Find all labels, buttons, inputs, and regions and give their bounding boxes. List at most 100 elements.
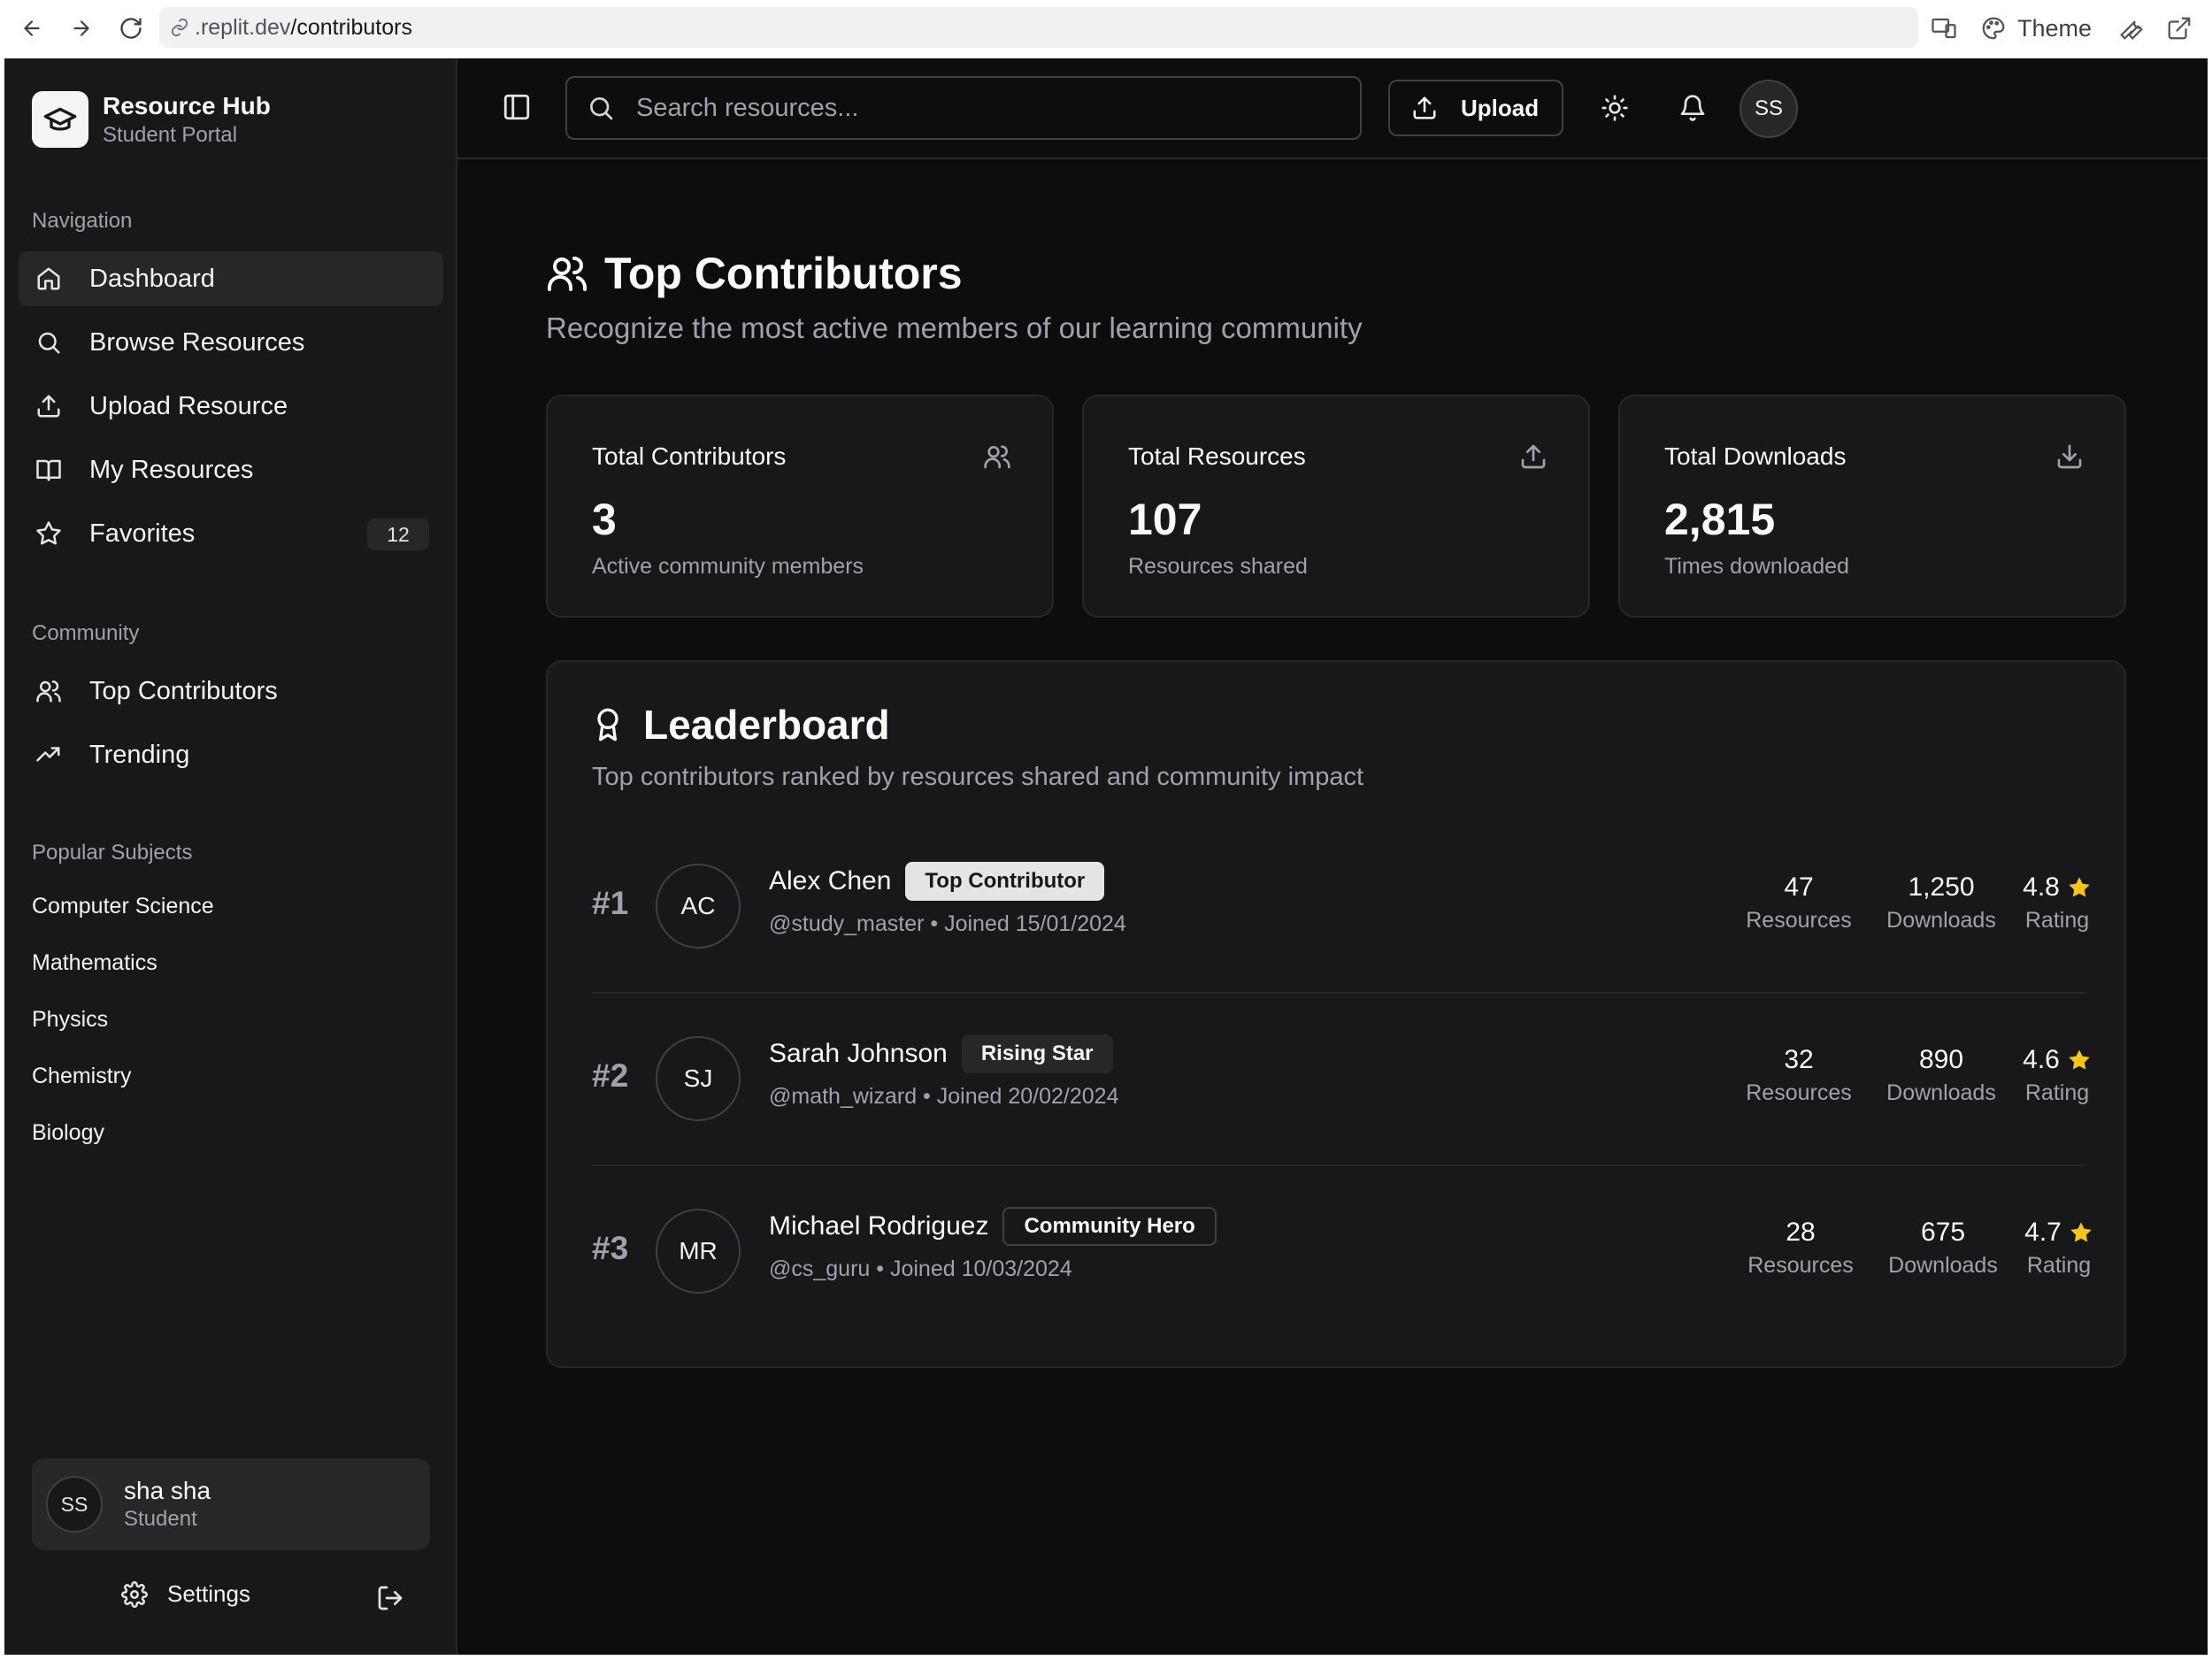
contributor-name-line: Michael Rodriguez Community Hero <box>769 1207 1217 1246</box>
page-heading: Top Contributors <box>604 249 963 298</box>
search-field[interactable] <box>565 76 1362 140</box>
favorites-count-badge: 12 <box>367 519 429 550</box>
sidebar-item-trending[interactable]: Trending <box>19 727 443 782</box>
leaderboard-title: Leaderboard <box>590 701 890 749</box>
sidebar-item-label: Upload Resource <box>89 391 288 420</box>
contributor-meta: @math_wizard • Joined 20/02/2024 <box>769 1084 1119 1109</box>
sidebar-item-dashboard[interactable]: Dashboard <box>19 251 443 306</box>
upload-button[interactable]: Upload <box>1388 80 1563 136</box>
reload-button[interactable] <box>115 12 147 44</box>
user-profile-card[interactable]: SS sha sha Student <box>32 1458 430 1550</box>
avatar: AC <box>656 864 741 949</box>
upload-icon <box>33 390 65 422</box>
settings-button[interactable]: Settings <box>121 1580 250 1608</box>
star-icon <box>2070 1222 2092 1242</box>
avatar[interactable]: SS <box>1740 80 1798 138</box>
brand-title: Resource Hub <box>103 92 271 119</box>
stat-caption: Resources shared <box>1128 554 1308 579</box>
leaderboard-card: Leaderboard Top contributors ranked by r… <box>546 660 2126 1368</box>
url-path: /contributors <box>290 14 412 40</box>
contributor-name-line: Sarah Johnson Rising Star <box>769 1034 1113 1073</box>
sidebar-item-label: My Resources <box>89 455 254 484</box>
users-icon <box>546 252 588 295</box>
contributor-meta: @cs_guru • Joined 10/03/2024 <box>769 1257 1072 1281</box>
devtools-button[interactable] <box>2118 11 2145 46</box>
notifications-button[interactable] <box>1675 90 1710 126</box>
metric-rating: 4.7 Rating <box>2016 1218 2101 1279</box>
logout-button[interactable] <box>376 1584 404 1612</box>
metric-label: Resources <box>1747 1253 1854 1278</box>
address-bar[interactable]: .replit.dev/contributors <box>159 7 1918 48</box>
metric-resources: 32 Resources <box>1737 1045 1861 1106</box>
sidebar-item-top-contributors[interactable]: Top Contributors <box>19 664 443 719</box>
community-section-label: Community <box>32 621 140 645</box>
leaderboard-row[interactable]: #2 SJ Sarah Johnson Rising Star @math_wi… <box>592 994 2090 1166</box>
stat-caption: Times downloaded <box>1664 554 1849 579</box>
metric-label: Downloads <box>1886 908 1996 933</box>
sidebar-item-label: Dashboard <box>89 264 215 293</box>
link-icon <box>170 18 189 37</box>
star-icon <box>2069 1049 2090 1070</box>
sidebar-item-upload-resource[interactable]: Upload Resource <box>19 379 443 434</box>
bell-icon <box>1680 95 1705 121</box>
forward-button[interactable] <box>65 12 97 44</box>
page-title: Top Contributors <box>546 248 963 299</box>
star-icon <box>33 518 65 549</box>
rank-label: #1 <box>592 885 629 921</box>
leaderboard-row[interactable]: #1 AC Alex Chen Top Contributor @study_m… <box>592 821 2090 994</box>
search-input[interactable] <box>636 93 1326 123</box>
device-toggle[interactable] <box>1931 11 1957 46</box>
stat-value: 3 <box>592 495 617 544</box>
brand[interactable]: Resource Hub Student Portal <box>32 90 271 149</box>
contributor-name-line: Alex Chen Top Contributor <box>769 862 1105 901</box>
metric-value: 32 <box>1784 1045 1814 1074</box>
book-icon <box>33 454 65 486</box>
theme-toggle-button[interactable] <box>1597 90 1632 126</box>
browser-toolbar: .replit.dev/contributors Theme <box>0 0 2212 57</box>
contributor-meta: @study_master • Joined 15/01/2024 <box>769 911 1126 936</box>
subject-link-mathematics[interactable]: Mathematics <box>32 950 157 976</box>
sidebar-toggle-button[interactable] <box>502 92 532 122</box>
metric-value: 4.8 <box>2023 872 2060 902</box>
upload-icon <box>1411 95 1438 121</box>
logout-icon <box>378 1586 403 1610</box>
sidebar-item-browse-resources[interactable]: Browse Resources <box>19 315 443 370</box>
leaderboard-row[interactable]: #3 MR Michael Rodriguez Community Hero @… <box>592 1166 2092 1339</box>
stat-card-resources: Total Resources 107 Resources shared <box>1082 395 1590 618</box>
users-icon <box>983 442 1011 471</box>
search-icon <box>33 327 65 358</box>
sun-icon <box>1601 95 1628 121</box>
stat-label: Total Downloads <box>1664 442 1847 470</box>
stat-card-contributors: Total Contributors 3 Active community me… <box>546 395 1054 618</box>
contributor-name: Sarah Johnson <box>769 1039 948 1068</box>
palette-icon <box>1982 17 2005 40</box>
subject-link-physics[interactable]: Physics <box>32 1007 108 1033</box>
star-icon <box>2069 877 2090 897</box>
award-icon <box>590 707 626 742</box>
stat-caption: Active community members <box>592 554 864 579</box>
topbar: Upload SS <box>457 58 2208 159</box>
subject-link-biology[interactable]: Biology <box>32 1120 104 1146</box>
leaderboard-heading: Leaderboard <box>643 702 890 748</box>
metric-label: Downloads <box>1888 1253 1998 1278</box>
sidebar-item-favorites[interactable]: Favorites 12 <box>19 506 443 561</box>
upload-button-label: Upload <box>1461 94 1540 121</box>
theme-toggle[interactable]: Theme <box>1980 11 2092 46</box>
back-button[interactable] <box>16 12 48 44</box>
subject-link-chemistry[interactable]: Chemistry <box>32 1064 132 1089</box>
subject-link-computer-science[interactable]: Computer Science <box>32 894 214 919</box>
reload-icon <box>120 18 142 39</box>
metric-value: 675 <box>1920 1218 1966 1247</box>
sidebar-item-my-resources[interactable]: My Resources <box>19 442 443 497</box>
metric-value-row: 4.7 <box>2016 1218 2101 1248</box>
metric-value: 4.7 <box>2024 1218 2062 1247</box>
metric-value: 1,250 <box>1908 872 1975 902</box>
stat-label: Total Resources <box>1128 442 1306 470</box>
page-subtitle: Recognize the most active members of our… <box>546 311 1363 344</box>
rank-label: #2 <box>592 1057 629 1094</box>
wrench-icon <box>2120 20 2143 40</box>
open-new-tab-button[interactable] <box>2166 11 2193 46</box>
metric-value: 47 <box>1784 872 1814 902</box>
metric-label: Resources <box>1746 908 1852 933</box>
metric-value: 4.6 <box>2023 1045 2060 1074</box>
